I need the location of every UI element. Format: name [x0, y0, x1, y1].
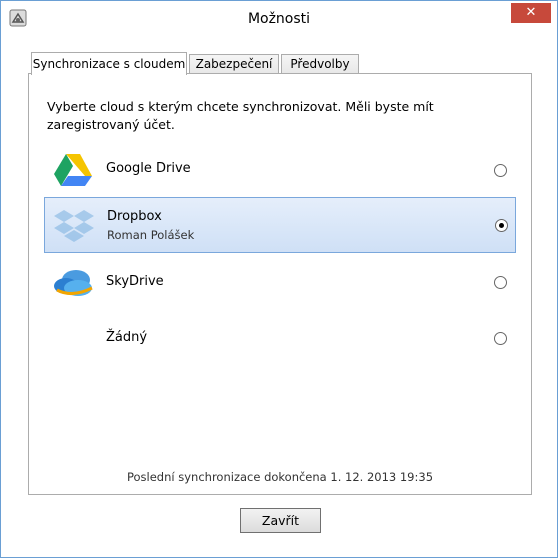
- sync-status-text: Poslední synchronizace dokončena 1. 12. …: [126, 470, 434, 484]
- window-title: Možnosti: [247, 11, 311, 27]
- options-window: Možnosti ✕ Synchronizace s cloudem Zabez…: [0, 0, 558, 558]
- intro-text: Vyberte cloud s kterým chcete synchroniz…: [47, 99, 434, 132]
- radio-selected-dot: [499, 223, 504, 228]
- close-button[interactable]: Zavřít: [240, 508, 321, 533]
- close-window-button[interactable]: ✕: [511, 3, 551, 23]
- provider-account: Roman Polášek: [107, 228, 195, 242]
- google-drive-icon: [54, 154, 92, 186]
- radio-dropbox[interactable]: [495, 219, 508, 232]
- provider-name: Google Drive: [106, 161, 191, 176]
- radio-skydrive[interactable]: [494, 276, 507, 289]
- provider-dropbox[interactable]: Dropbox Roman Polášek: [44, 197, 516, 253]
- provider-name: SkyDrive: [106, 274, 164, 289]
- provider-google-drive[interactable]: Google Drive: [44, 142, 514, 196]
- tab-preferences[interactable]: Předvolby: [281, 54, 359, 73]
- tab-security[interactable]: Zabezpečení: [189, 54, 279, 73]
- provider-name: Dropbox: [107, 209, 162, 224]
- tab-cloud-sync[interactable]: Synchronizace s cloudem: [31, 52, 187, 75]
- provider-skydrive[interactable]: SkyDrive: [44, 254, 514, 308]
- provider-none[interactable]: Žádný: [44, 310, 514, 364]
- title-bar[interactable]: Možnosti ✕: [1, 1, 557, 37]
- radio-none[interactable]: [494, 332, 507, 345]
- dropbox-icon: [54, 210, 94, 242]
- skydrive-icon: [54, 270, 93, 296]
- radio-google-drive[interactable]: [494, 164, 507, 177]
- provider-name: Žádný: [106, 330, 148, 345]
- tab-panel: Vyberte cloud s kterým chcete synchroniz…: [28, 73, 532, 495]
